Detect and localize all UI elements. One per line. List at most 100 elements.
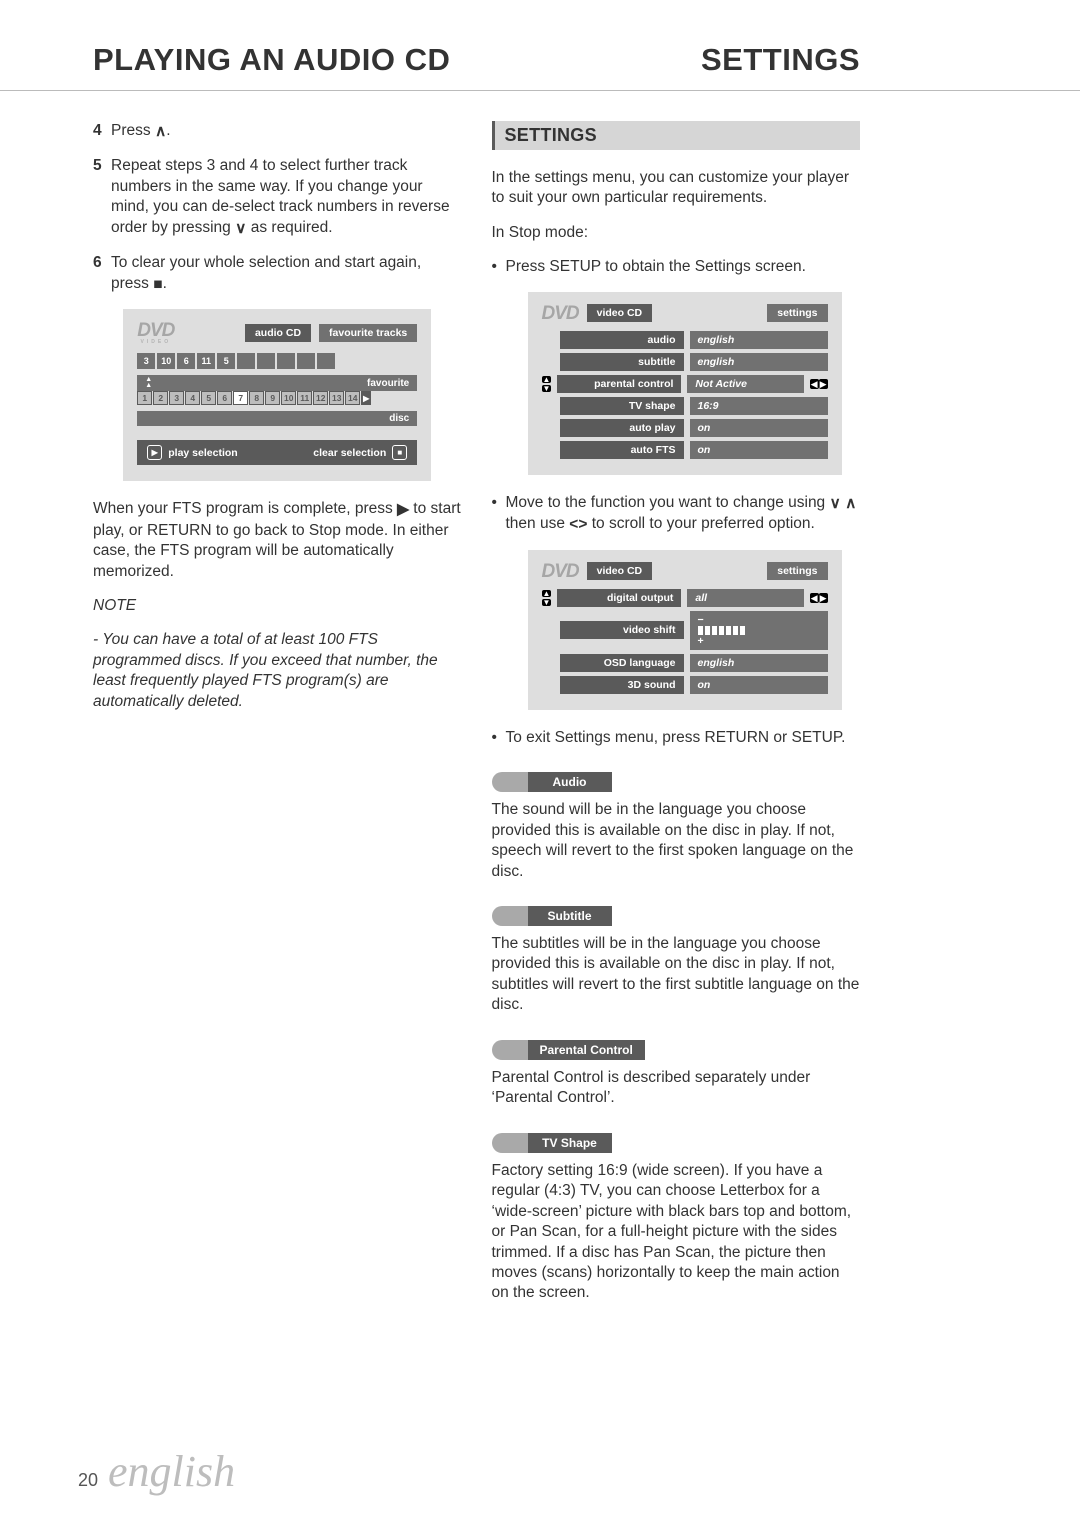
osd-row-value: english (690, 353, 828, 371)
page-title-right: SETTINGS (701, 42, 860, 78)
fts-complete-text: When your FTS program is complete, press… (93, 499, 462, 582)
updown-arrows-icon: ▲▲ (145, 377, 152, 389)
play-selection-label: play selection (168, 447, 237, 459)
favourite-cell: 5 (217, 353, 235, 369)
down-icon: ∨ (235, 220, 246, 237)
disc-cell: 6 (217, 391, 232, 405)
steps-list: 4 Press ∧. 5 Repeat steps 3 and 4 to sel… (93, 121, 462, 295)
step-number: 4 (93, 121, 102, 141)
pill-label: Parental Control (528, 1040, 645, 1060)
osd-row-label: parental control (557, 375, 681, 393)
osd-tag-video-cd: video CD (587, 304, 653, 322)
pill-parental-control: Parental Control (492, 1040, 861, 1060)
osd-row-label: 3D sound (560, 676, 684, 694)
osd-row-label: audio (560, 331, 684, 349)
osd-tag-audio-cd: audio CD (245, 324, 311, 342)
bullet-move-function: Move to the function you want to change … (492, 493, 861, 536)
osd-tag-favourite-tracks: favourite tracks (319, 324, 417, 342)
pill-cap (492, 772, 528, 792)
step-6: 6 To clear your whole selection and star… (93, 253, 462, 295)
favourite-row: 3106115 (137, 353, 417, 369)
up-icon: ∧ (845, 495, 856, 512)
stop-mode-label: In Stop mode: (492, 223, 861, 243)
row-select-arrows-icon: ▲▼ (542, 375, 552, 393)
left-icon: < (569, 516, 578, 533)
play-icon: ▶ (397, 501, 409, 518)
osd-row-value: 16:9 (690, 397, 828, 415)
pill-cap (492, 1040, 528, 1060)
disc-cell: 8 (249, 391, 264, 405)
disc-cell: 12 (313, 391, 328, 405)
favourite-cell (257, 353, 275, 369)
osd-row-label: subtitle (560, 353, 684, 371)
section-bar-settings: SETTINGS (492, 121, 861, 150)
stop-square-icon: ■ (392, 445, 407, 460)
down-icon: ∨ (830, 495, 841, 512)
settings-intro: In the settings menu, you can customize … (492, 168, 861, 209)
osd-tag-settings: settings (767, 562, 827, 580)
osd-row-value: english (690, 654, 828, 672)
note-heading: NOTE (93, 596, 462, 616)
disc-cell: 3 (169, 391, 184, 405)
step-text-post: . (163, 275, 167, 292)
osd-row-label: TV shape (560, 397, 684, 415)
dvd-logo-sub: VIDEO (141, 340, 172, 345)
favourite-cell: 6 (177, 353, 195, 369)
disc-cell: 14 (345, 391, 360, 405)
osd-settings-1: DVD video CD settings audioenglishsubtit… (528, 292, 842, 475)
clear-selection-label: clear selection (313, 447, 386, 459)
pill-subtitle: Subtitle (492, 906, 861, 926)
favourite-cell: 3 (137, 353, 155, 369)
text: When your FTS program is complete, press (93, 500, 397, 517)
pill-description: The sound will be in the language you ch… (492, 800, 861, 882)
row-select-arrows-icon: ▲▼ (542, 589, 552, 607)
dvd-logo-text: DVD (137, 321, 174, 340)
header-rule (0, 90, 1080, 91)
osd-row: OSD language english (542, 654, 828, 672)
disc-cell: 10 (281, 391, 296, 405)
step-5: 5 Repeat steps 3 and 4 to select further… (93, 156, 462, 239)
favourite-label-row: ▲▲ favourite (137, 375, 417, 391)
dvd-logo-text: DVD (542, 562, 579, 581)
page-number: 20 (78, 1470, 98, 1491)
osd-row: ▲▼parental controlNot Active◀▶ (542, 375, 828, 393)
right-column: SETTINGS In the settings menu, you can c… (492, 121, 861, 1308)
disc-cell: 5 (201, 391, 216, 405)
disc-scroll-right-icon: ▶ (361, 391, 371, 405)
dvd-logo-text: DVD (542, 304, 579, 323)
osd-row: audio english (542, 331, 828, 349)
step-number: 6 (93, 253, 102, 273)
disc-cell: 11 (297, 391, 312, 405)
favourite-cell (317, 353, 335, 369)
favourite-cell (277, 353, 295, 369)
pill-label: TV Shape (528, 1133, 612, 1153)
disc-cell: 13 (329, 391, 344, 405)
osd-row: TV shape 16:9 (542, 397, 828, 415)
disc-cell: 7 (233, 391, 248, 405)
dvd-logo: DVD VIDEO (137, 321, 174, 345)
dvd-logo: DVD (542, 304, 579, 323)
favourite-cell: 11 (197, 353, 215, 369)
osd-row: auto playon (542, 419, 828, 437)
osd-row-label: auto play (560, 419, 684, 437)
osd-row-value: english (690, 331, 828, 349)
pill-description: Factory setting 16:9 (wide screen). If y… (492, 1161, 861, 1304)
osd-audio-cd: DVD VIDEO audio CD favourite tracks 3106… (123, 309, 431, 481)
pill-description: The subtitles will be in the language yo… (492, 934, 861, 1016)
pill-cap (492, 906, 528, 926)
text: Move to the function you want to change … (506, 494, 830, 511)
step-text-post: . (166, 122, 170, 139)
page-footer: 20 english (78, 1450, 235, 1494)
text: then use (506, 515, 570, 532)
section-bar-label: SETTINGS (505, 125, 597, 145)
osd-row-label: OSD language (560, 654, 684, 672)
osd-bottom-bar: ▶ play selection clear selection ■ (137, 440, 417, 465)
pill-tv-shape: TV Shape (492, 1133, 861, 1153)
page-title-left: PLAYING AN AUDIO CD (93, 42, 450, 78)
osd-row-value: on (690, 441, 828, 459)
osd-row: video shift− + (542, 611, 828, 650)
favourite-cell (297, 353, 315, 369)
pill-label: Audio (528, 772, 612, 792)
text: to scroll to your preferred option. (587, 515, 814, 532)
osd-row-label: auto FTS (560, 441, 684, 459)
